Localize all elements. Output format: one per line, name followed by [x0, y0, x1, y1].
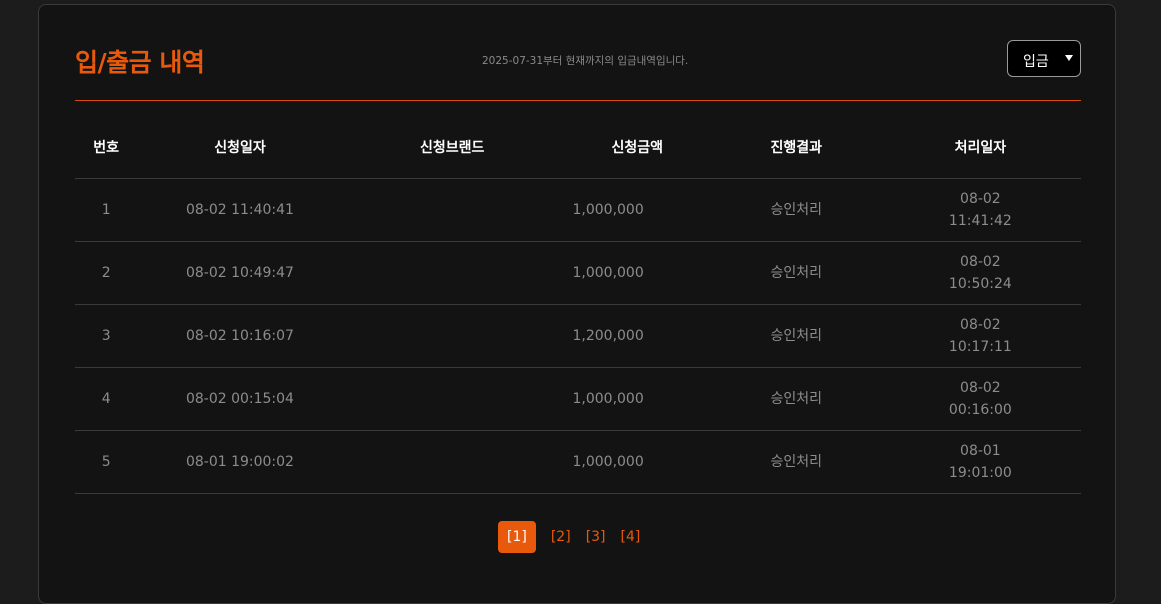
- panel-header: 입/출금 내역 2025-07-31부터 현재까지의 입금내역입니다. 입금: [75, 5, 1081, 101]
- done-time: 10:17:11: [948, 339, 1012, 355]
- done-date: 08-01: [960, 443, 1001, 459]
- cell-done-date: 08-02 00:16:00: [879, 367, 1081, 431]
- type-filter-select[interactable]: 입금: [1007, 40, 1081, 77]
- done-date: 08-02: [960, 254, 1001, 270]
- cell-date: 08-02 00:15:04: [137, 367, 343, 431]
- column-header-amount: 신청금액: [561, 116, 713, 179]
- history-panel: 입/출금 내역 2025-07-31부터 현재까지의 입금내역입니다. 입금 번…: [38, 4, 1116, 604]
- cell-status: 승인처리: [712, 367, 880, 431]
- cell-done-date: 08-01 19:01:00: [879, 430, 1081, 494]
- page-link-3[interactable]: [3]: [586, 521, 606, 553]
- done-time: 00:16:00: [948, 402, 1012, 418]
- cell-brand: [342, 304, 562, 368]
- done-date: 08-02: [960, 191, 1001, 207]
- cell-status: 승인처리: [712, 241, 880, 305]
- cell-amount: 1,200,000: [561, 304, 713, 368]
- cell-no: 1: [75, 178, 138, 242]
- table-row: 3 08-02 10:16:07 1,200,000 승인처리 08-02 10:…: [75, 304, 1081, 368]
- cell-done-date: 08-02 10:17:11: [879, 304, 1081, 368]
- done-time: 11:41:42: [948, 213, 1012, 229]
- done-time: 19:01:00: [948, 465, 1012, 481]
- pagination: [1] [2] [3] [4]: [498, 521, 655, 553]
- table-header-row: 번호 신청일자 신청브랜드 신청금액 진행결과 처리일자: [75, 116, 1081, 179]
- column-header-done-date: 처리일자: [879, 116, 1081, 179]
- cell-date: 08-02 10:16:07: [137, 304, 343, 368]
- cell-brand: [342, 178, 562, 242]
- table-row: 5 08-01 19:00:02 1,000,000 승인처리 08-01 19:…: [75, 430, 1081, 494]
- cell-amount: 1,000,000: [561, 430, 713, 494]
- table-row: 1 08-02 11:40:41 1,000,000 승인처리 08-02 11:…: [75, 178, 1081, 242]
- cell-brand: [342, 367, 562, 431]
- page-subtitle: 2025-07-31부터 현재까지의 입금내역입니다.: [482, 55, 689, 67]
- cell-status: 승인처리: [712, 430, 880, 494]
- page-title: 입/출금 내역: [75, 48, 205, 77]
- table-row: 4 08-02 00:15:04 1,000,000 승인처리 08-02 00:…: [75, 367, 1081, 431]
- cell-done-date: 08-02 10:50:24: [879, 241, 1081, 305]
- cell-brand: [342, 430, 562, 494]
- column-header-date: 신청일자: [137, 116, 343, 179]
- cell-amount: 1,000,000: [561, 241, 713, 305]
- column-header-status: 진행결과: [712, 116, 880, 179]
- column-header-no: 번호: [75, 116, 138, 179]
- done-date: 08-02: [960, 380, 1001, 396]
- history-table: 번호 신청일자 신청브랜드 신청금액 진행결과 처리일자 1 08-02 11:…: [75, 116, 1081, 494]
- cell-no: 2: [75, 241, 138, 305]
- cell-no: 5: [75, 430, 138, 494]
- type-filter-value: 입금: [1023, 54, 1049, 70]
- page-link-1[interactable]: [1]: [498, 521, 536, 553]
- page-link-4[interactable]: [4]: [621, 521, 641, 553]
- done-time: 10:50:24: [948, 276, 1012, 292]
- table-row: 2 08-02 10:49:47 1,000,000 승인처리 08-02 10:…: [75, 241, 1081, 305]
- chevron-down-icon: [1065, 55, 1073, 61]
- cell-status: 승인처리: [712, 178, 880, 242]
- cell-done-date: 08-02 11:41:42: [879, 178, 1081, 242]
- cell-date: 08-02 11:40:41: [137, 178, 343, 242]
- done-date: 08-02: [960, 317, 1001, 333]
- cell-date: 08-01 19:00:02: [137, 430, 343, 494]
- cell-no: 4: [75, 367, 138, 431]
- page-link-2[interactable]: [2]: [551, 521, 571, 553]
- cell-no: 3: [75, 304, 138, 368]
- column-header-brand: 신청브랜드: [342, 116, 562, 179]
- cell-date: 08-02 10:49:47: [137, 241, 343, 305]
- cell-amount: 1,000,000: [561, 367, 713, 431]
- cell-amount: 1,000,000: [561, 178, 713, 242]
- cell-status: 승인처리: [712, 304, 880, 368]
- cell-brand: [342, 241, 562, 305]
